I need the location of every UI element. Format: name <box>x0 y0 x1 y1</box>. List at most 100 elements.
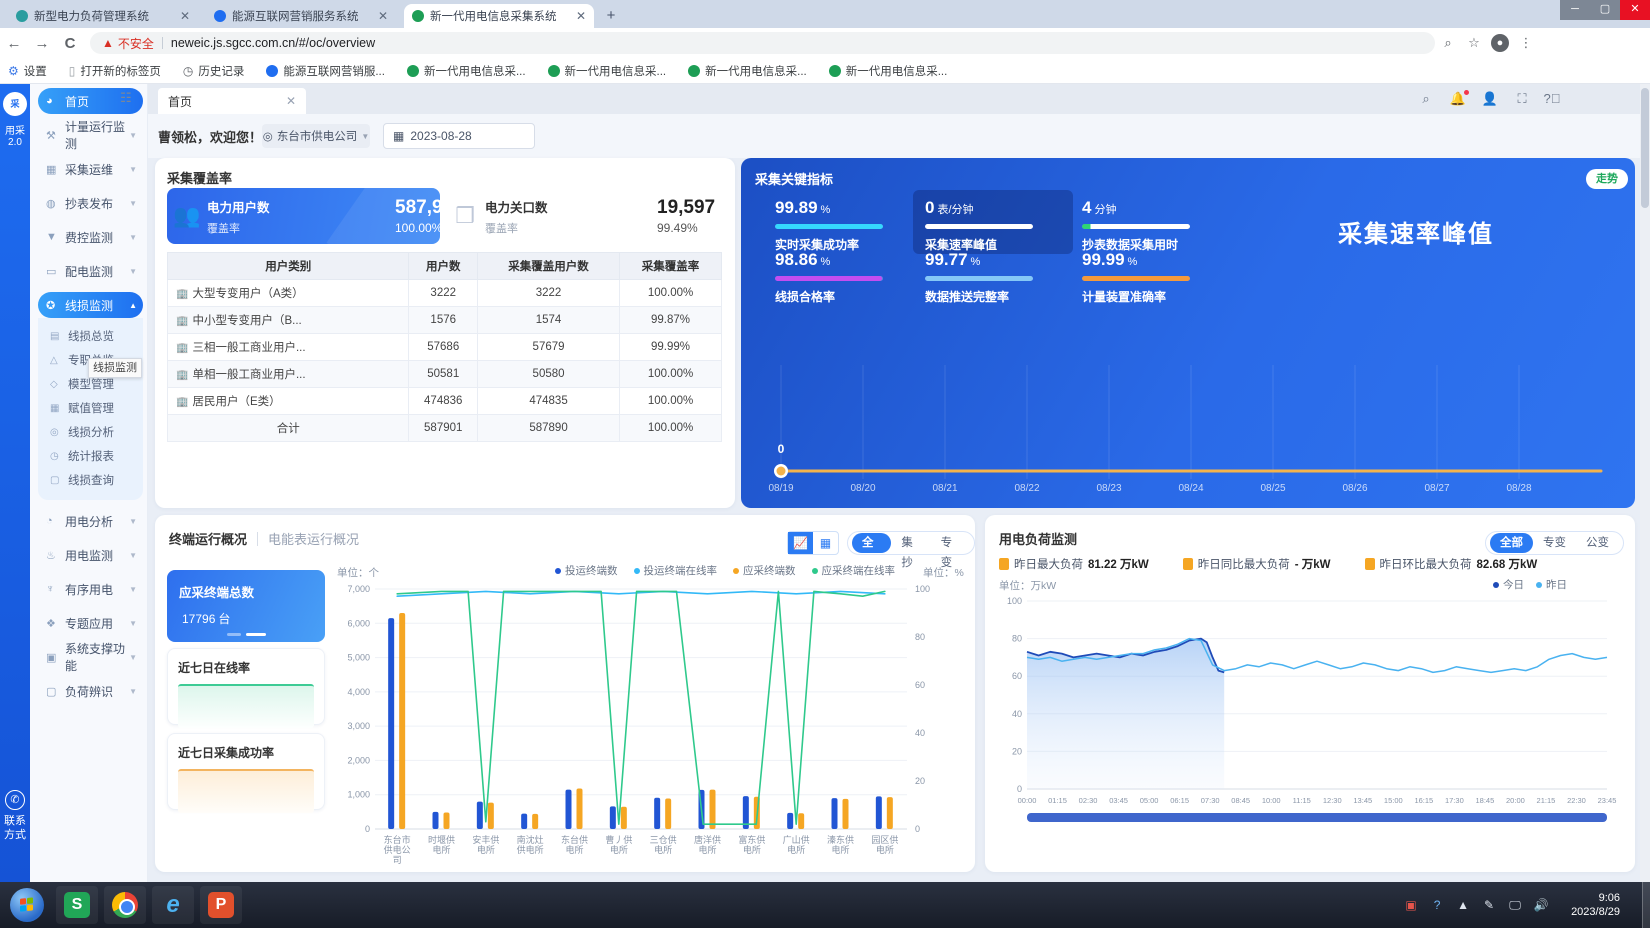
svg-text:06:15: 06:15 <box>1170 796 1189 805</box>
bookmark-item[interactable]: 新一代用电信息采... <box>688 63 807 79</box>
bookmark-item[interactable]: 能源互联网营销服... <box>266 63 385 79</box>
bookmark-item[interactable]: 新一代用电信息采... <box>548 63 667 79</box>
filter-专变[interactable]: 专变 <box>1533 533 1576 553</box>
bookmark-star-icon[interactable]: ☆ <box>1461 35 1487 51</box>
tab-close-icon[interactable]: ✕ <box>378 9 388 23</box>
sidebar-item-系统支撑功能[interactable]: ▣系统支撑功能▼ <box>38 644 143 670</box>
show-desktop-button[interactable] <box>1642 882 1650 928</box>
taskbar-ie-icon[interactable]: e <box>152 886 194 924</box>
tab-meter-overview[interactable]: 电能表运行概况 <box>268 529 359 548</box>
kpi-metric-采集速率峰值[interactable]: 0表/分钟采集速率峰值 <box>925 198 1075 253</box>
chevron-icon: ▼ <box>129 517 137 526</box>
window-close-button[interactable]: ✕ <box>1620 0 1650 20</box>
contact-block[interactable]: ✆联系方式 <box>0 790 30 842</box>
page-tab-home[interactable]: 首页 ✕ <box>158 88 306 114</box>
sidebar-collapse-icon[interactable]: ☷ <box>120 90 138 106</box>
taskbar-wps-icon[interactable]: S <box>56 886 98 924</box>
kpi-metric-计量装置准确率[interactable]: 99.99%计量装置准确率 <box>1082 250 1232 305</box>
security-warning[interactable]: ▲不安全 <box>102 35 154 52</box>
system-tray: ▣ ? ▲ ✎ 🖵 🔊 9:06 2023/8/29 <box>1403 882 1650 928</box>
coverage-panel: 采集覆盖率 👥 电力用户数覆盖率 587,901 100.00% ❒ 电力关口数… <box>155 158 735 508</box>
sidebar-item-线损监测[interactable]: ✪线损监测▲ <box>38 292 143 318</box>
tray-ime-icon[interactable]: ✎ <box>1481 898 1497 912</box>
date-input[interactable]: ▦ 2023-08-28 <box>383 123 535 149</box>
submenu-item-赋值管理[interactable]: ▦赋值管理 <box>38 396 143 420</box>
filter-集抄[interactable]: 集抄 <box>891 533 930 553</box>
new-tab-button[interactable]: + <box>600 6 622 26</box>
submenu-item-icon: ▦ <box>50 403 63 414</box>
sidebar-item-label: 计量运行监测 <box>65 118 129 152</box>
tray-volume-icon[interactable]: 🔊 <box>1533 898 1549 912</box>
sidebar-item-配电监测[interactable]: ▭配电监测▼ <box>38 258 143 284</box>
bookmark-item[interactable]: ▯打开新的标签页 <box>69 63 161 79</box>
sidebar-item-计量运行监测[interactable]: ⚒计量运行监测▼ <box>38 122 143 148</box>
sidebar-item-专题应用[interactable]: ❖专题应用▼ <box>38 610 143 636</box>
submenu-item-线损总览[interactable]: ▤线损总览 <box>38 324 143 348</box>
taskbar-clock[interactable]: 9:06 2023/8/29 <box>1571 891 1620 919</box>
help-icon[interactable]: ?⃝ <box>1542 90 1562 108</box>
start-button[interactable] <box>10 888 44 922</box>
filter-专变[interactable]: 专变 <box>931 533 970 553</box>
filter-公变[interactable]: 公变 <box>1576 533 1619 553</box>
filter-全部[interactable]: 全部 <box>852 533 891 553</box>
sidebar-item-用电分析[interactable]: ◔用电分析▼ <box>38 508 143 534</box>
sidebar-item-用电监测[interactable]: ♨用电监测▼ <box>38 542 143 568</box>
menu-kebab-icon[interactable]: ⋮ <box>1513 35 1539 51</box>
gateway-card[interactable]: ❒ 电力关口数覆盖率 19,597 99.49% <box>445 188 721 244</box>
tab-close-icon[interactable]: ✕ <box>576 9 586 23</box>
trend-button[interactable]: 走势 <box>1586 169 1628 189</box>
tray-display-icon[interactable]: 🖵 <box>1507 898 1523 913</box>
page-tab-close-icon[interactable]: ✕ <box>286 94 296 108</box>
power-users-card[interactable]: 👥 电力用户数覆盖率 587,901 100.00% <box>167 188 440 244</box>
scrollbar-thumb[interactable] <box>1641 88 1649 208</box>
search-icon[interactable]: ⌕ <box>1416 90 1436 108</box>
terminal-total-card[interactable]: 应采终端总数 17796台 <box>167 570 325 642</box>
online-rate-card[interactable]: 近七日在线率 <box>167 648 325 725</box>
sidebar-item-费控监测[interactable]: ▼费控监测▼ <box>38 224 143 250</box>
browser-tab[interactable]: 新型电力负荷管理系统✕ <box>8 4 198 28</box>
bookmark-item[interactable]: ◷历史记录 <box>183 63 244 79</box>
carousel-dot[interactable] <box>246 633 266 636</box>
tab-close-icon[interactable]: ✕ <box>180 9 190 23</box>
submenu-item-线损分析[interactable]: ◎线损分析 <box>38 420 143 444</box>
sidebar-item-有序用电[interactable]: ♆有序用电▼ <box>38 576 143 602</box>
browser-tab[interactable]: 新一代用电信息采集系统✕ <box>404 4 594 28</box>
bookmark-label: 打开新的标签页 <box>80 63 161 79</box>
sidebar-item-抄表发布[interactable]: ◍抄表发布▼ <box>38 190 143 216</box>
bookmark-item[interactable]: ⚙设置 <box>8 63 47 79</box>
window-maximize-button[interactable]: ▢ <box>1590 0 1620 20</box>
kpi-metric-数据推送完整率[interactable]: 99.77%数据推送完整率 <box>925 250 1075 305</box>
kpi-metric-线损合格率[interactable]: 98.86%线损合格率 <box>775 250 925 305</box>
sidebar-item-采集运维[interactable]: ▦采集运维▼ <box>38 156 143 182</box>
kpi-metric-抄表数据采集用时[interactable]: 4分钟抄表数据采集用时 <box>1082 198 1232 253</box>
chart-view-icon[interactable]: 📈 <box>788 532 813 554</box>
reload-icon[interactable]: C <box>56 35 84 52</box>
submenu-item-统计报表[interactable]: ◷统计报表 <box>38 444 143 468</box>
tab-terminal-overview[interactable]: 终端运行概况 <box>169 529 247 548</box>
tray-expand-icon[interactable]: ▲ <box>1455 898 1471 912</box>
filter-全部[interactable]: 全部 <box>1490 533 1533 553</box>
tray-help-icon[interactable]: ? <box>1429 898 1445 912</box>
bookmark-item[interactable]: 新一代用电信息采... <box>407 63 526 79</box>
org-selector[interactable]: ◎ 东台市供电公司 ▼ <box>262 124 370 148</box>
window-minimize-button[interactable]: ─ <box>1560 0 1590 20</box>
user-icon[interactable]: 👤 <box>1480 90 1500 108</box>
address-bar[interactable]: ▲不安全 neweic.js.sgcc.com.cn/#/oc/overview <box>90 32 1435 54</box>
back-icon[interactable]: ← <box>0 35 28 52</box>
kpi-metric-实时采集成功率[interactable]: 99.89%实时采集成功率 <box>775 198 925 253</box>
tray-app-icon[interactable]: ▣ <box>1403 898 1419 912</box>
profile-avatar[interactable]: ● <box>1491 34 1509 52</box>
zoom-icon[interactable]: ⌕ <box>1435 35 1461 51</box>
sidebar-item-负荷辨识[interactable]: ▢负荷辨识▼ <box>38 678 143 704</box>
bookmark-item[interactable]: 新一代用电信息采... <box>829 63 948 79</box>
sidebar-item-label: 配电监测 <box>65 263 113 280</box>
taskbar-ppt-icon[interactable]: P <box>200 886 242 924</box>
collect-rate-card[interactable]: 近七日采集成功率 <box>167 733 325 810</box>
table-view-icon[interactable]: ▦ <box>813 532 838 554</box>
taskbar-chrome-icon[interactable] <box>104 886 146 924</box>
browser-tab[interactable]: 能源互联网营销服务系统✕ <box>206 4 396 28</box>
forward-icon[interactable]: → <box>28 35 56 52</box>
submenu-item-线损查询[interactable]: ▢线损查询 <box>38 468 143 492</box>
carousel-dot[interactable] <box>227 633 241 636</box>
fullscreen-icon[interactable]: ⛶ <box>1512 90 1532 108</box>
